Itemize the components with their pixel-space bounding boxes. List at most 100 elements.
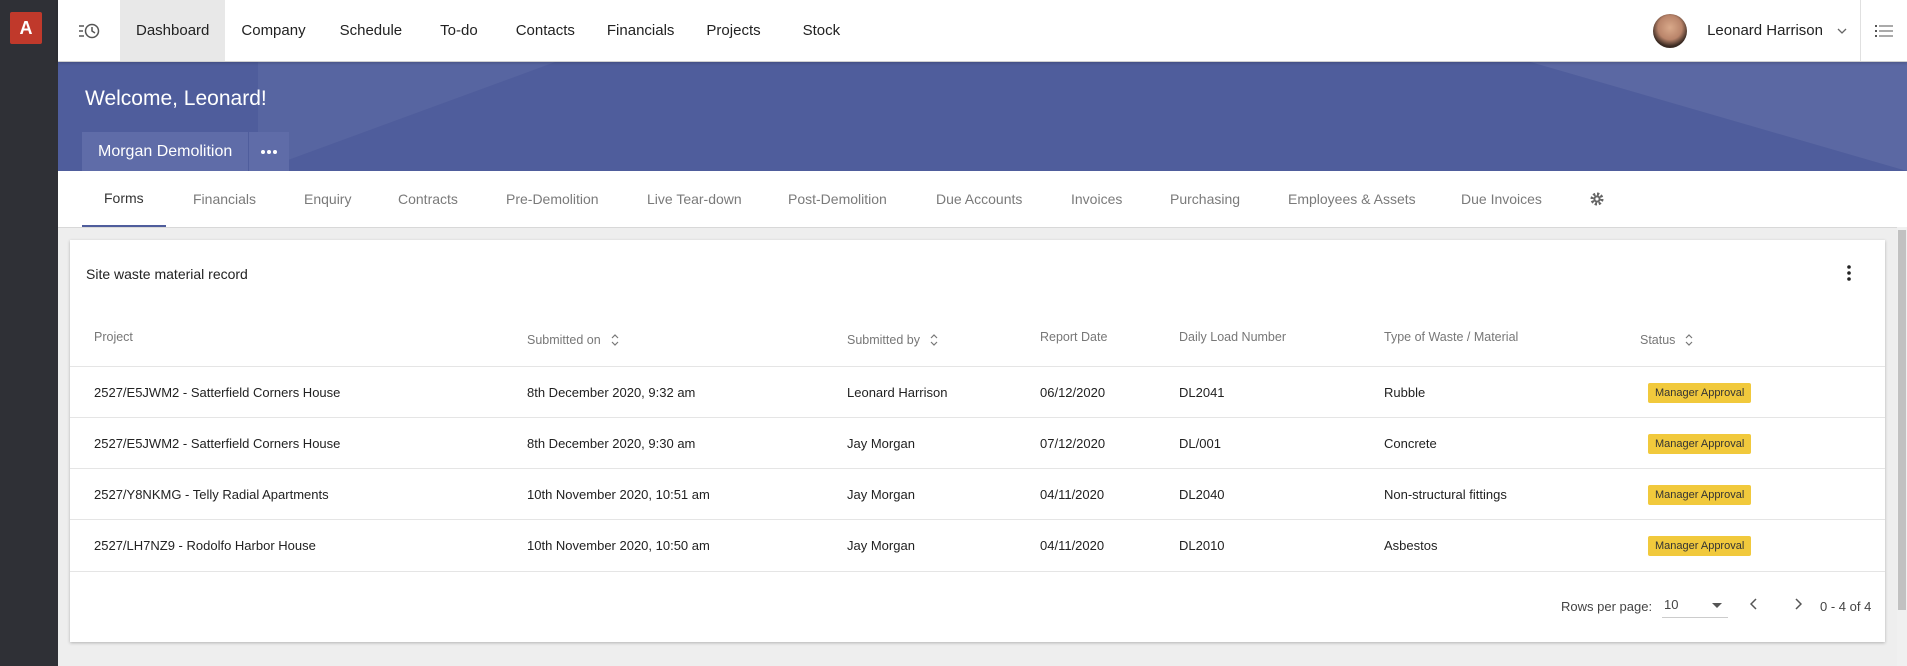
app-logo[interactable]: A [10, 12, 42, 44]
cell-submitted-on: 8th December 2020, 9:30 am [527, 436, 696, 451]
table-row[interactable]: 2527/LH7NZ9 - Rodolfo Harbor House 10th … [70, 519, 1885, 571]
tab-pre-demolition[interactable]: Pre-Demolition [506, 171, 599, 227]
chevron-left-icon [1750, 598, 1757, 610]
nav-company[interactable]: Company [225, 0, 321, 61]
list-icon [1875, 24, 1893, 37]
card-menu-button[interactable] [1839, 262, 1859, 284]
rows-per-page-value: 10 [1664, 597, 1679, 612]
nav-financials[interactable]: Financials [591, 0, 691, 61]
page-range: 0 - 4 of 4 [1820, 599, 1872, 614]
next-page-button[interactable] [1786, 592, 1810, 616]
banner-decoration [258, 61, 558, 171]
chevron-down-icon [1837, 28, 1847, 34]
welcome-banner: Welcome, Leonard! Morgan Demolition [58, 61, 1907, 171]
cell-project: 2527/E5JWM2 - Satterfield Corners House [94, 436, 341, 451]
tab-employees-assets[interactable]: Employees & Assets [1288, 171, 1416, 227]
cell-waste-type: Non-structural fittings [1384, 487, 1507, 502]
status-badge: Manager Approval [1648, 535, 1752, 556]
tab-forms[interactable]: Forms [82, 171, 166, 227]
sort-icon [1685, 334, 1693, 346]
dropdown-arrow-icon [1712, 603, 1722, 608]
table-row[interactable]: 2527/E5JWM2 - Satterfield Corners House … [70, 366, 1885, 418]
cell-submitted-by: Jay Morgan [847, 436, 915, 451]
cell-submitted-by: Jay Morgan [847, 487, 915, 502]
cell-submitted-by: Jay Morgan [847, 538, 915, 553]
column-header-status[interactable]: Status [1640, 333, 1693, 347]
nav-projects[interactable]: Projects [690, 0, 786, 61]
rows-per-page-select[interactable]: 10 [1662, 592, 1728, 618]
tab-due-invoices[interactable]: Due Invoices [1461, 171, 1542, 227]
nav-schedule[interactable]: Schedule [322, 0, 425, 61]
more-vertical-icon [1847, 265, 1851, 281]
status-badge: Manager Approval [1648, 433, 1752, 454]
tab-financials[interactable]: Financials [193, 171, 256, 227]
main-nav: Dashboard Company Schedule To-do Contact… [120, 0, 856, 61]
left-sidebar: A [0, 0, 58, 666]
column-header-report-date: Report Date [1040, 330, 1108, 344]
section-tabs: Forms Financials Enquiry Contracts Pre-D… [58, 171, 1907, 228]
company-selector: Morgan Demolition [82, 132, 290, 171]
column-header-daily-load-number: Daily Load Number [1179, 330, 1286, 344]
cell-waste-type: Concrete [1384, 436, 1437, 451]
company-more-button[interactable] [249, 132, 289, 171]
chevron-right-icon [1795, 598, 1802, 610]
card-title: Site waste material record [86, 266, 248, 282]
tab-invoices[interactable]: Invoices [1071, 171, 1122, 227]
banner-decoration [1527, 61, 1907, 171]
tab-purchasing[interactable]: Purchasing [1170, 171, 1240, 227]
cell-project: 2527/Y8NKMG - Telly Radial Apartments [94, 487, 329, 502]
nav-todo[interactable]: To-do [424, 0, 500, 61]
tab-post-demolition[interactable]: Post-Demolition [788, 171, 887, 227]
table-pagination: Rows per page: 10 0 - 4 of 4 [70, 571, 1885, 643]
user-menu[interactable]: Leonard Harrison [1653, 0, 1847, 61]
cell-load-number: DL/001 [1179, 436, 1221, 451]
list-menu-button[interactable] [1860, 0, 1907, 61]
tab-live-tear-down[interactable]: Live Tear-down [647, 171, 742, 227]
sort-icon [930, 334, 938, 346]
status-badge: Manager Approval [1648, 382, 1752, 403]
nav-stock[interactable]: Stock [787, 0, 857, 61]
tab-settings[interactable] [1589, 171, 1605, 227]
cell-report-date: 04/11/2020 [1040, 538, 1105, 553]
cell-load-number: DL2010 [1179, 538, 1225, 553]
user-name: Leonard Harrison [1707, 22, 1823, 39]
status-badge: Manager Approval [1648, 484, 1752, 505]
scrollbar[interactable] [1897, 227, 1907, 666]
table-row[interactable]: 2527/E5JWM2 - Satterfield Corners House … [70, 417, 1885, 469]
cell-submitted-on: 8th December 2020, 9:32 am [527, 385, 696, 400]
site-waste-record-card: Site waste material record Project Submi… [70, 240, 1885, 642]
cell-report-date: 04/11/2020 [1040, 487, 1105, 502]
cell-waste-type: Asbestos [1384, 538, 1438, 553]
cell-waste-type: Rubble [1384, 385, 1426, 400]
table-row[interactable]: 2527/Y8NKMG - Telly Radial Apartments 10… [70, 468, 1885, 520]
tab-enquiry[interactable]: Enquiry [304, 171, 351, 227]
more-horizontal-icon [261, 149, 278, 154]
avatar [1653, 13, 1688, 48]
column-header-submitted-by[interactable]: Submitted by [847, 333, 938, 347]
cell-load-number: DL2040 [1179, 487, 1225, 502]
company-name-button[interactable]: Morgan Demolition [82, 132, 250, 171]
history-icon [79, 23, 100, 38]
cell-project: 2527/E5JWM2 - Satterfield Corners House [94, 385, 341, 400]
cell-submitted-by: Leonard Harrison [847, 385, 948, 400]
cell-report-date: 06/12/2020 [1040, 385, 1106, 400]
previous-page-button[interactable] [1742, 592, 1766, 616]
nav-contacts[interactable]: Contacts [500, 0, 591, 61]
recent-history-button[interactable] [58, 0, 120, 61]
tab-due-accounts[interactable]: Due Accounts [936, 171, 1022, 227]
nav-dashboard[interactable]: Dashboard [120, 0, 226, 61]
cell-report-date: 07/12/2020 [1040, 436, 1106, 451]
column-header-submitted-on[interactable]: Submitted on [527, 333, 619, 347]
column-header-type-of-waste: Type of Waste / Material [1384, 330, 1519, 344]
welcome-message: Welcome, Leonard! [85, 87, 267, 110]
cell-load-number: DL2041 [1179, 385, 1225, 400]
top-navigation-bar: Dashboard Company Schedule To-do Contact… [58, 0, 1907, 62]
cell-project: 2527/LH7NZ9 - Rodolfo Harbor House [94, 538, 316, 553]
column-header-project: Project [94, 330, 133, 344]
gear-icon [1590, 192, 1604, 206]
scrollbar-thumb[interactable] [1898, 230, 1906, 610]
cell-submitted-on: 10th November 2020, 10:51 am [527, 487, 710, 502]
tab-contracts[interactable]: Contracts [398, 171, 458, 227]
sort-icon [611, 334, 619, 346]
rows-per-page-label: Rows per page: [1561, 599, 1653, 614]
